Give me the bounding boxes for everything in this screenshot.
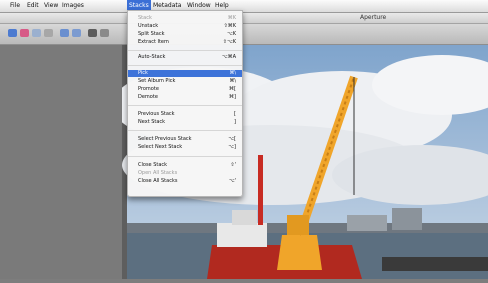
window-title-bar	[0, 13, 488, 24]
menu-item-set-album-pick[interactable]: Set Album Pick ⌘\	[128, 78, 242, 85]
menu-item-stack[interactable]: Stack ⌘K	[128, 15, 242, 22]
menu-separator	[128, 130, 242, 131]
menu-item-demote[interactable]: Demote ⌘]	[128, 94, 242, 101]
toolbar	[0, 24, 488, 45]
menu-item-open-all-stacks[interactable]: Open All Stacks	[128, 170, 242, 177]
menu-item-select-previous-stack[interactable]: Select Previous Stack ⌥[	[128, 136, 242, 143]
menu-file[interactable]: File	[10, 0, 20, 11]
menu-images[interactable]: Images	[62, 0, 84, 11]
menu-separator	[128, 156, 242, 157]
menu-edit[interactable]: Edit	[27, 0, 39, 11]
menu-item-promote[interactable]: Promote ⌘[	[128, 86, 242, 93]
menu-item-close-stack[interactable]: Close Stack ⇧'	[128, 162, 242, 169]
menu-item-split-stack[interactable]: Split Stack ⌥K	[128, 31, 242, 38]
lift-stamp-icon[interactable]	[100, 29, 109, 37]
menu-item-next-stack[interactable]: Next Stack ]	[128, 119, 242, 126]
menu-separator	[128, 50, 242, 51]
crop-icon[interactable]	[88, 29, 97, 37]
stacks-menu: Stack ⌘K Unstack ⇧⌘K Split Stack ⌥K Extr…	[127, 10, 243, 197]
browser-view-icon[interactable]	[32, 29, 41, 37]
menu-item-select-next-stack[interactable]: Select Next Stack ⌥]	[128, 144, 242, 151]
menu-item-pick[interactable]: Pick ⌘\	[128, 70, 242, 77]
menu-separator	[128, 65, 242, 66]
menu-item-auto-stack[interactable]: Auto-Stack ⌥⌘A	[128, 54, 242, 61]
menu-separator	[128, 105, 242, 106]
menu-item-extract-item[interactable]: Extract Item ⇧⌥K	[128, 39, 242, 46]
menu-item-close-all-stacks[interactable]: Close All Stacks ⌥'	[128, 178, 242, 185]
new-project-icon[interactable]	[8, 29, 17, 37]
menu-view[interactable]: View	[44, 0, 58, 11]
menu-item-unstack[interactable]: Unstack ⇧⌘K	[128, 23, 242, 30]
import-icon[interactable]	[20, 29, 29, 37]
split-view-icon[interactable]	[44, 29, 53, 37]
menu-item-previous-stack[interactable]: Previous Stack [	[128, 111, 242, 118]
library-sidebar[interactable]	[0, 45, 122, 279]
menu-bar: File Edit View Images Stacks Metadata Wi…	[0, 0, 488, 13]
rotate-icon[interactable]	[60, 29, 69, 37]
window-title: Aperture	[360, 14, 387, 21]
straighten-icon[interactable]	[72, 29, 81, 37]
